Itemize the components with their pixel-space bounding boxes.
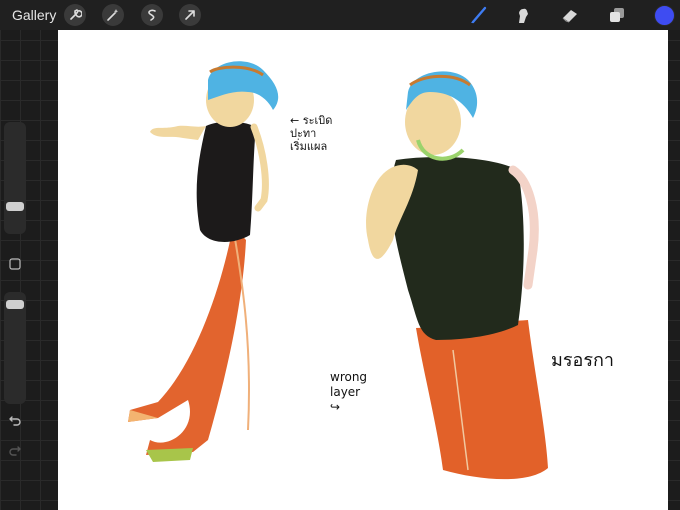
annotation-wrong-layer: wrong layer ↪ (330, 370, 368, 414)
brush-size-slider[interactable] (4, 122, 26, 234)
color-picker-button[interactable] (654, 5, 675, 26)
top-toolbar: Gallery (0, 0, 680, 30)
right-figure (366, 71, 548, 480)
selection-icon[interactable] (141, 4, 163, 26)
brush-icon[interactable] (468, 4, 490, 26)
gallery-button[interactable]: Gallery (12, 7, 56, 23)
undo-icon[interactable] (7, 412, 23, 428)
opacity-thumb[interactable] (6, 300, 24, 309)
wrench-icon[interactable] (64, 4, 86, 26)
modify-button[interactable] (7, 256, 23, 272)
magic-wand-icon[interactable] (102, 4, 124, 26)
annotation-thai-top: ← ระเบิด ปะทา เริ่มแผล (290, 114, 333, 153)
layers-icon[interactable] (606, 4, 628, 26)
annotation-thai-right: มรอรกา (551, 350, 615, 371)
left-figure (128, 61, 279, 462)
artwork-figures (128, 61, 548, 480)
opacity-slider[interactable] (4, 292, 26, 404)
redo-icon[interactable] (7, 442, 23, 458)
drawing-canvas[interactable]: ← ระเบิด ปะทา เริ่มแผล wrong layer ↪ มรอ… (58, 30, 668, 510)
transform-arrow-icon[interactable] (179, 4, 201, 26)
smudge-icon[interactable] (512, 4, 534, 26)
brush-size-thumb[interactable] (6, 202, 24, 211)
eraser-icon[interactable] (559, 4, 581, 26)
